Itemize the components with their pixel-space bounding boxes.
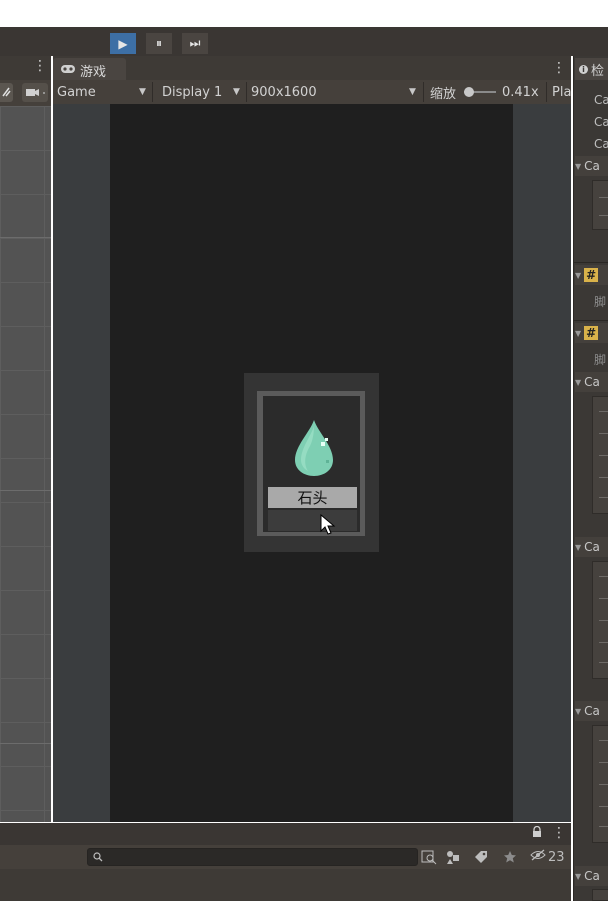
scene-menu-button[interactable]: ⋮ <box>33 58 47 74</box>
component-header[interactable]: ▼ Ca <box>575 866 608 886</box>
foldout-arrow-icon: ▼ <box>575 706 582 716</box>
eye-slash-icon <box>530 849 546 865</box>
script-label: 脚 <box>594 294 607 309</box>
chevron-down-icon: ▼ <box>139 87 146 97</box>
main-toolbar <box>0 27 608 56</box>
display-select[interactable]: Display 1 ▼ <box>162 80 244 104</box>
inspector-field-label: Ca <box>594 115 608 129</box>
water-drop-icon <box>290 418 338 478</box>
divider <box>573 320 608 321</box>
list-drag-handle <box>599 806 608 807</box>
slider-handle[interactable] <box>464 87 474 97</box>
hidden-count: 23 <box>548 849 565 865</box>
list-drag-handle <box>599 662 608 663</box>
list-drag-handle <box>599 642 608 643</box>
list-drag-handle <box>599 455 608 456</box>
script-component-header[interactable]: ▼ # <box>575 323 608 343</box>
scene-viewport[interactable] <box>0 106 51 822</box>
step-button[interactable]: ⏭ <box>182 33 208 54</box>
search-icon <box>93 851 103 866</box>
toolbar-divider <box>546 82 547 102</box>
search-input[interactable] <box>87 848 418 866</box>
scale-slider[interactable] <box>464 87 496 97</box>
list-drag-handle <box>599 197 608 198</box>
filter-by-label-icon[interactable] <box>474 847 488 867</box>
resolution-select[interactable]: 900x1600 ▼ <box>251 80 421 104</box>
foldout-arrow-icon: ▼ <box>575 270 582 280</box>
scene-tabbar: ⋮ <box>0 56 51 80</box>
component-list-box <box>592 180 608 230</box>
scale-label: 缩放 <box>430 86 457 102</box>
script-component-header[interactable]: ▼ # <box>575 265 608 285</box>
script-label: 脚 <box>594 352 607 367</box>
tab-game[interactable]: 游戏 <box>53 58 126 82</box>
foldout-arrow-icon: ▼ <box>575 542 582 552</box>
game-menu-button[interactable]: ⋮ <box>552 60 566 76</box>
component-header[interactable]: ▼ Ca <box>575 372 608 392</box>
list-drag-handle <box>599 620 608 621</box>
component-list-box <box>592 561 608 679</box>
camera-icon[interactable] <box>22 83 48 102</box>
gizmo-icon[interactable] <box>0 83 13 102</box>
foldout-arrow-icon: ▼ <box>575 377 582 387</box>
game-tabbar <box>53 56 571 80</box>
component-list-box <box>592 889 608 901</box>
project-tabbar <box>0 823 571 845</box>
list-drag-handle <box>599 598 608 599</box>
play-focus-dropdown[interactable]: Pla <box>552 80 571 104</box>
star-icon[interactable] <box>503 847 517 867</box>
component-list-box <box>592 396 608 514</box>
component-list-box <box>592 725 608 843</box>
chevron-down-icon: ▼ <box>409 87 416 97</box>
scene-grid-line <box>0 490 51 491</box>
foldout-arrow-icon: ▼ <box>575 161 582 171</box>
scene-grid-line <box>0 237 51 238</box>
hidden-packages-toggle[interactable]: 23 <box>530 847 565 867</box>
toolbar-divider <box>152 82 153 102</box>
scale-value: 0.41x <box>502 84 539 100</box>
item-count-bar <box>268 510 357 531</box>
lock-icon[interactable] <box>532 825 542 841</box>
tab-inspector[interactable]: i 检 <box>575 58 608 80</box>
list-drag-handle <box>599 784 608 785</box>
project-content[interactable] <box>0 869 571 901</box>
info-icon: i <box>579 64 588 74</box>
list-drag-handle <box>599 826 608 827</box>
list-drag-handle <box>599 762 608 763</box>
inspector-field-label: Ca <box>594 137 608 151</box>
list-drag-handle <box>599 576 608 577</box>
component-header[interactable]: ▼ Ca <box>575 156 608 176</box>
foldout-arrow-icon: ▼ <box>575 871 582 881</box>
divider <box>573 262 608 263</box>
scene-grid-line <box>0 743 51 744</box>
list-drag-handle <box>599 477 608 478</box>
mouse-cursor-icon <box>320 513 336 536</box>
tab-game-label: 游戏 <box>80 64 107 80</box>
chevron-down-icon: ▼ <box>233 87 240 97</box>
list-drag-handle <box>599 215 608 216</box>
list-drag-handle <box>599 497 608 498</box>
play-button[interactable]: ▶ <box>110 33 136 54</box>
toolbar-divider <box>423 82 424 102</box>
component-header[interactable]: ▼ Ca <box>575 537 608 557</box>
mode-select[interactable]: Game ▼ <box>57 80 150 104</box>
list-drag-handle <box>599 411 608 412</box>
filter-by-type-icon[interactable] <box>445 847 461 867</box>
search-by-type-icon[interactable] <box>421 847 437 867</box>
foldout-arrow-icon: ▼ <box>575 328 582 338</box>
scene-toolbar <box>0 80 51 106</box>
list-drag-handle <box>599 740 608 741</box>
project-menu-button[interactable]: ⋮ <box>552 825 566 841</box>
item-name-label: 石头 <box>268 487 357 508</box>
component-header[interactable]: ▼ Ca <box>575 701 608 721</box>
inspector-field-label: Ca <box>594 93 608 107</box>
pause-button[interactable]: ⏸ <box>146 33 172 54</box>
toolbar-divider <box>246 82 247 102</box>
list-drag-handle <box>599 433 608 434</box>
gamepad-icon <box>60 63 76 78</box>
